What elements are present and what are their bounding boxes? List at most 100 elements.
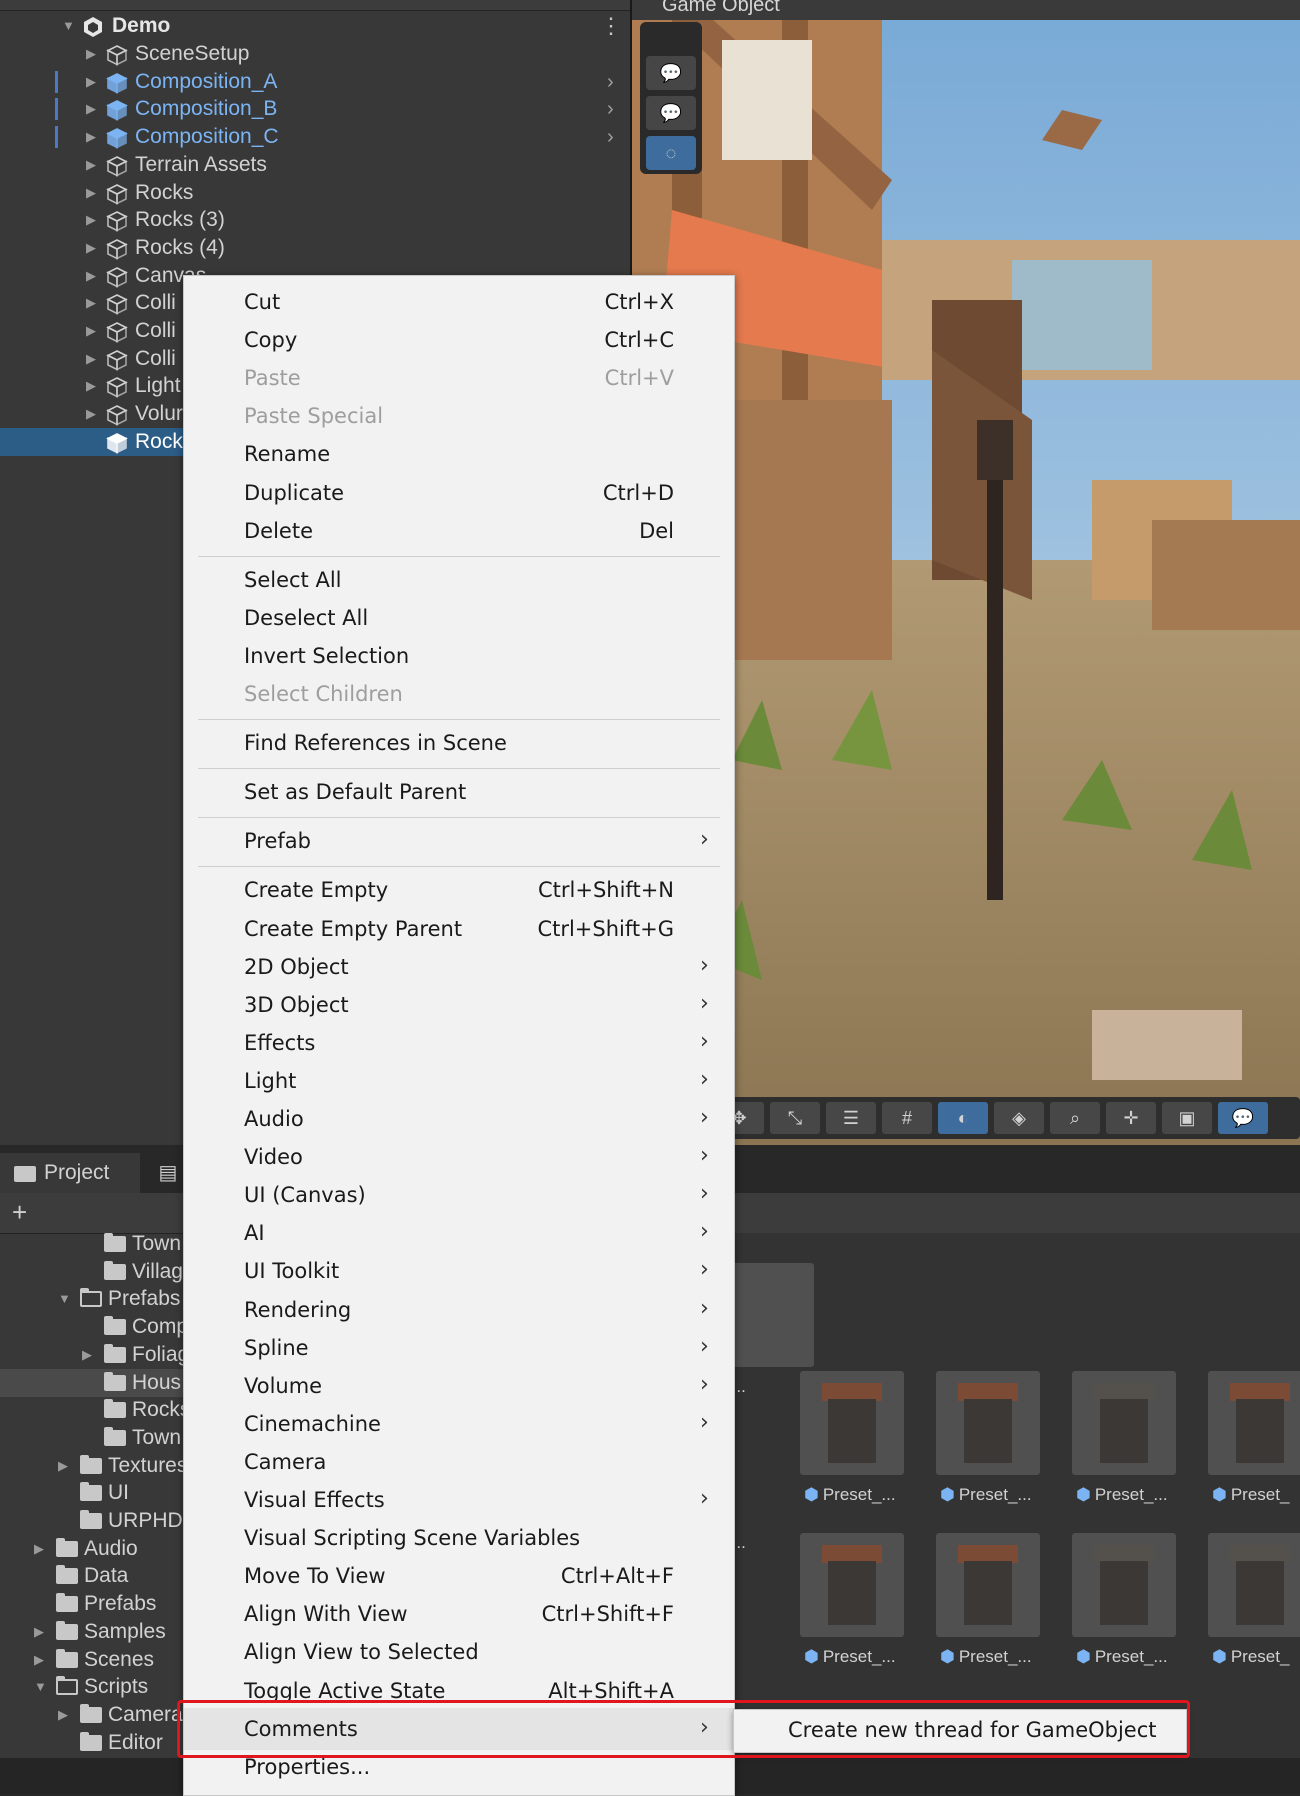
expand-arrow-icon[interactable]: ▶	[82, 1341, 92, 1369]
zoom-icon[interactable]: ⌕	[1050, 1102, 1100, 1134]
hierarchy-item[interactable]: ▶ Terrain Assets	[0, 151, 630, 179]
camera-icon[interactable]: ▣	[1162, 1102, 1212, 1134]
menu-item-3d-object[interactable]: 3D Object ›	[184, 987, 734, 1023]
hierarchy-item[interactable]: ▶ Rocks	[0, 179, 630, 207]
expand-arrow-icon[interactable]: ▶	[34, 1535, 44, 1563]
game-object-dropdown[interactable]: Game Object	[662, 0, 780, 17]
expand-arrow-icon[interactable]: ▶	[86, 40, 96, 68]
hierarchy-item[interactable]: ▶ Composition_C ›	[0, 123, 630, 151]
overlay-drag-handle[interactable]	[646, 34, 696, 40]
submenu-chevron-icon: ›	[700, 990, 709, 1016]
prefab-icon: ⬢	[1212, 1647, 1227, 1666]
more-options-icon[interactable]: ⋮	[600, 12, 622, 40]
folder-icon	[80, 1510, 102, 1529]
menu-item-label: Set as Default Parent	[244, 780, 467, 805]
menu-item-rename[interactable]: Rename	[184, 436, 734, 472]
collapse-arrow-icon[interactable]: ▼	[34, 1673, 47, 1701]
comments-icon[interactable]: 💬	[1218, 1102, 1268, 1134]
shading-mode-icon[interactable]: ◐	[938, 1102, 988, 1134]
hierarchy-item[interactable]: ▶ Rocks (4)	[0, 234, 630, 262]
expand-arrow-icon[interactable]: ▶	[58, 1701, 68, 1729]
expand-arrow-icon[interactable]: ▶	[86, 317, 96, 345]
menu-item-camera[interactable]: Camera	[184, 1444, 734, 1480]
override-indicator	[55, 98, 58, 121]
expand-arrow-icon[interactable]: ▶	[86, 345, 96, 373]
expand-arrow-icon[interactable]: ▶	[86, 95, 96, 123]
menu-item-rendering[interactable]: Rendering ›	[184, 1292, 734, 1328]
hierarchy-scene-root[interactable]: ▼ Demo ⋮	[0, 12, 630, 40]
menu-item-select-all[interactable]: Select All	[184, 562, 734, 598]
menu-item-invert-selection[interactable]: Invert Selection	[184, 638, 734, 674]
menu-item-deselect-all[interactable]: Deselect All	[184, 600, 734, 636]
menu-item-volume[interactable]: Volume ›	[184, 1368, 734, 1404]
menu-item-create-empty[interactable]: Create Empty Ctrl+Shift+N	[184, 872, 734, 908]
expand-arrow-icon[interactable]: ▶	[86, 372, 96, 400]
menu-item-copy[interactable]: Copy Ctrl+C	[184, 322, 734, 358]
menu-item-visual-effects[interactable]: Visual Effects ›	[184, 1482, 734, 1518]
settings-sliders-icon[interactable]: ☰	[826, 1102, 876, 1134]
menu-item-set-as-default-parent[interactable]: Set as Default Parent	[184, 774, 734, 810]
hierarchy-item[interactable]: ▶ Composition_B ›	[0, 95, 630, 123]
menu-item-align-with-view[interactable]: Align With View Ctrl+Shift+F	[184, 1596, 734, 1632]
expand-arrow-icon[interactable]: ▶	[86, 262, 96, 290]
collapse-arrow-icon[interactable]: ▼	[58, 1285, 71, 1313]
menu-item-align-view-to-selected[interactable]: Align View to Selected	[184, 1634, 734, 1670]
menu-item-spline[interactable]: Spline ›	[184, 1330, 734, 1366]
menu-item-label: Visual Scripting Scene Variables	[244, 1526, 581, 1551]
orientation-icon[interactable]: ✛	[1106, 1102, 1156, 1134]
folder-icon	[104, 1343, 126, 1363]
gameobject-icon	[106, 155, 128, 177]
hide-comments-icon[interactable]: ◌	[646, 136, 696, 170]
menu-item-duplicate[interactable]: Duplicate Ctrl+D	[184, 475, 734, 511]
open-prefab-chevron-icon[interactable]: ›	[607, 95, 614, 123]
expand-arrow-icon[interactable]: ▶	[86, 400, 96, 428]
open-folder-icon	[80, 1288, 102, 1308]
add-thread-icon[interactable]: 💬	[646, 96, 696, 130]
menu-item-video[interactable]: Video ›	[184, 1139, 734, 1175]
menu-item-ai[interactable]: AI ›	[184, 1215, 734, 1251]
expand-arrow-icon[interactable]: ▶	[86, 206, 96, 234]
hierarchy-search-bar[interactable]	[0, 0, 630, 11]
tab-project[interactable]: Project	[0, 1153, 140, 1193]
menu-item-visual-scripting-scene-variables[interactable]: Visual Scripting Scene Variables	[184, 1520, 734, 1556]
expand-arrow-icon[interactable]: ▶	[34, 1646, 44, 1674]
menu-item-audio[interactable]: Audio ›	[184, 1101, 734, 1137]
hierarchy-item-label: Composition_B	[135, 97, 278, 121]
menu-item-delete[interactable]: Delete Del	[184, 513, 734, 549]
hierarchy-item[interactable]: ▶ SceneSetup	[0, 40, 630, 68]
collapse-arrow-icon[interactable]: ▼	[62, 12, 75, 40]
folder-label: Audio	[84, 1536, 138, 1560]
expand-arrow-icon[interactable]: ▶	[86, 68, 96, 96]
menu-item-2d-object[interactable]: 2D Object ›	[184, 949, 734, 985]
gameobject-icon	[106, 183, 128, 205]
menu-item-label: Paste Special	[244, 404, 384, 429]
menu-item-effects[interactable]: Effects ›	[184, 1025, 734, 1061]
menu-item-cut[interactable]: Cut Ctrl+X	[184, 284, 734, 320]
expand-arrow-icon[interactable]: ▶	[86, 151, 96, 179]
open-prefab-chevron-icon[interactable]: ›	[607, 68, 614, 96]
expand-arrow-icon[interactable]: ▶	[86, 179, 96, 207]
menu-item-move-to-view[interactable]: Move To View Ctrl+Alt+F	[184, 1558, 734, 1594]
open-prefab-chevron-icon[interactable]: ›	[607, 123, 614, 151]
hierarchy-item[interactable]: ▶ Rocks (3)	[0, 206, 630, 234]
expand-arrow-icon[interactable]: ▶	[86, 234, 96, 262]
grid-icon[interactable]: #	[882, 1102, 932, 1134]
add-comment-icon[interactable]: 💬	[646, 56, 696, 90]
menu-item-create-empty-parent[interactable]: Create Empty Parent Ctrl+Shift+G	[184, 911, 734, 947]
hierarchy-item-label: Colli	[135, 291, 176, 315]
layers-icon[interactable]: ◈	[994, 1102, 1044, 1134]
expand-arrow-icon[interactable]: ▶	[58, 1452, 68, 1480]
expand-arrow-icon[interactable]: ▶	[34, 1618, 44, 1646]
rect-tool-icon[interactable]: ⤡	[770, 1102, 820, 1134]
menu-item-prefab[interactable]: Prefab ›	[184, 823, 734, 859]
add-asset-button[interactable]: +	[12, 1197, 27, 1228]
menu-item-cinemachine[interactable]: Cinemachine ›	[184, 1406, 734, 1442]
menu-item-ui-canvas[interactable]: UI (Canvas) ›	[184, 1177, 734, 1213]
hierarchy-item[interactable]: ▶ Composition_A ›	[0, 68, 630, 96]
expand-arrow-icon[interactable]: ▶	[86, 123, 96, 151]
menu-item-ui-toolkit[interactable]: UI Toolkit ›	[184, 1253, 734, 1289]
menu-item-light[interactable]: Light ›	[184, 1063, 734, 1099]
menu-item-find-references-in-scene[interactable]: Find References in Scene	[184, 725, 734, 761]
tab-console-icon[interactable]: ▤	[148, 1153, 188, 1193]
expand-arrow-icon[interactable]: ▶	[86, 289, 96, 317]
